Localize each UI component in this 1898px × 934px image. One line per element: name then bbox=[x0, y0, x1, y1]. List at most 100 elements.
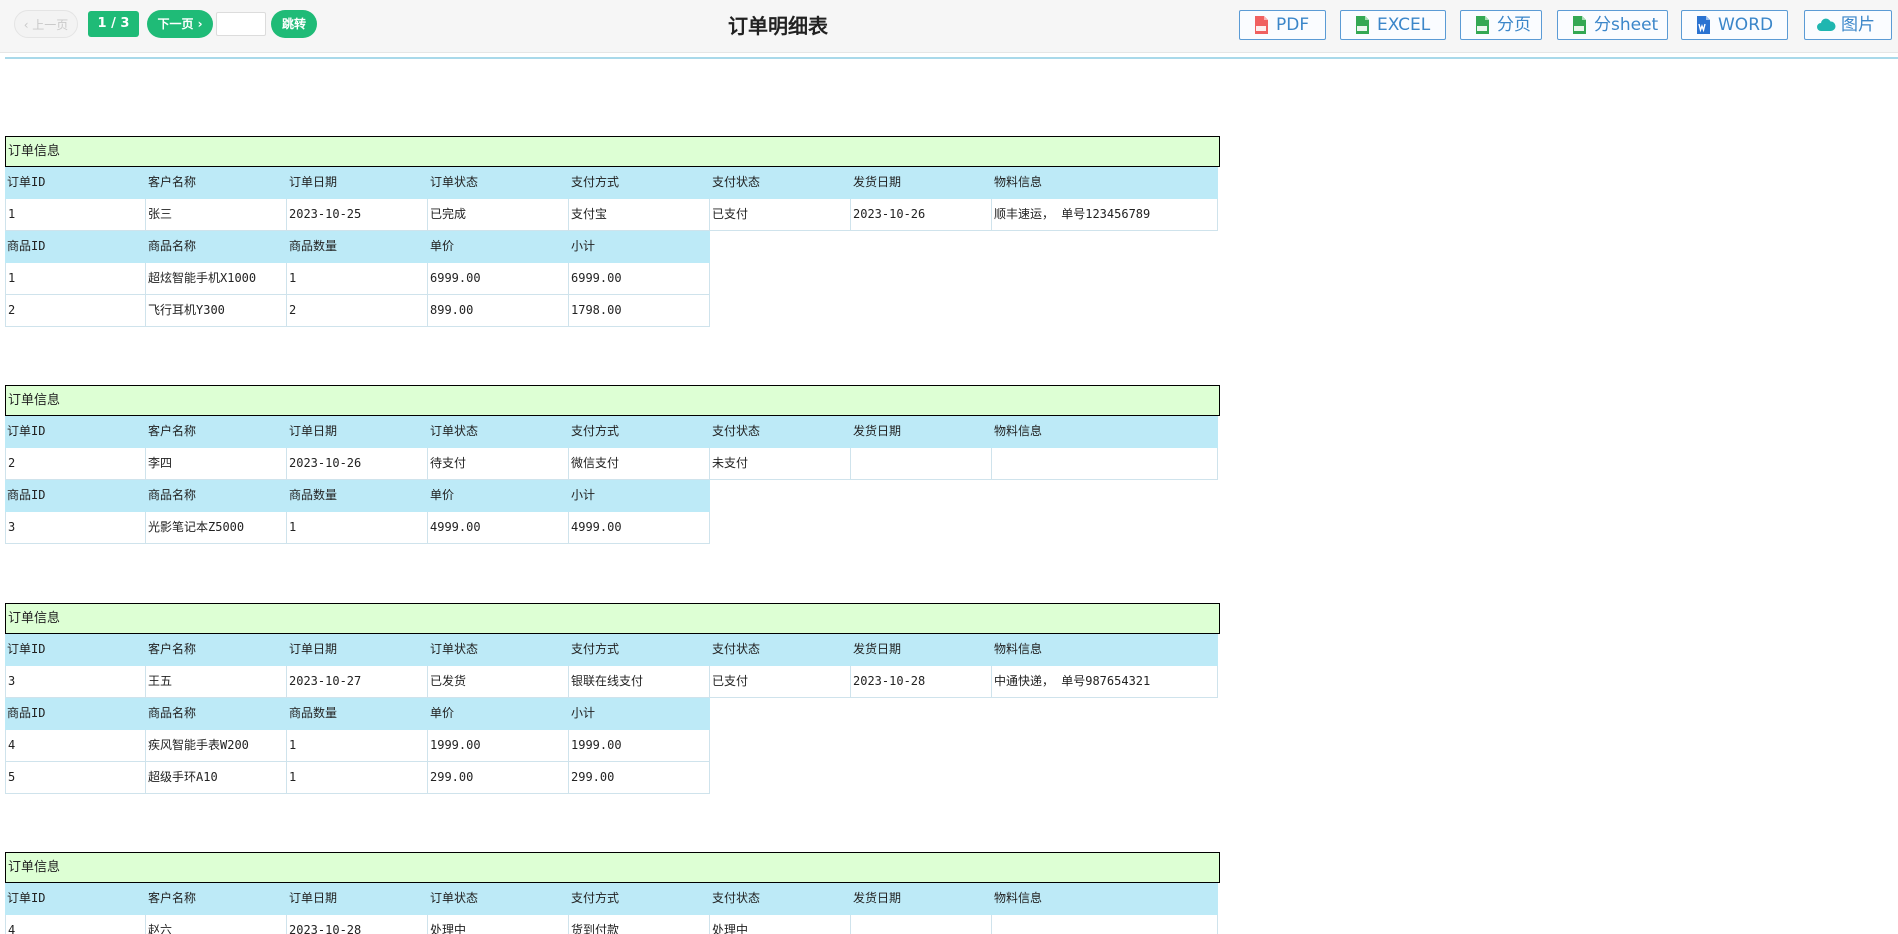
col-header: 订单日期 bbox=[287, 167, 428, 199]
cloud-image-icon bbox=[1817, 18, 1836, 31]
table-cell: 货到付款 bbox=[569, 915, 710, 934]
table-cell: 超炫智能手机X1000 bbox=[146, 263, 287, 295]
order-row: 1 张三 2023-10-25 已完成 支付宝 已支付 2023-10-26 顺… bbox=[5, 199, 1220, 231]
item-row: 2 飞行耳机Y300 2 899.00 1798.00 bbox=[5, 295, 1220, 327]
col-header: 支付方式 bbox=[569, 167, 710, 199]
xls-sheet-file-icon bbox=[1573, 16, 1586, 34]
col-header: 发货日期 bbox=[851, 634, 992, 666]
table-cell: 1 bbox=[5, 199, 146, 231]
export-word-label: WORD bbox=[1718, 15, 1774, 35]
toolbar-divider bbox=[5, 57, 1898, 59]
col-header: 订单状态 bbox=[428, 167, 569, 199]
order-block: 订单信息 订单ID 客户名称 订单日期 订单状态 支付方式 支付状态 发货日期 … bbox=[5, 385, 1220, 544]
item-header-row: 商品ID 商品名称 商品数量 单价 小计 bbox=[5, 698, 1220, 730]
order-header-row: 订单ID 客户名称 订单日期 订单状态 支付方式 支付状态 发货日期 物料信息 bbox=[5, 883, 1220, 915]
table-cell: 已发货 bbox=[428, 666, 569, 698]
export-image-button[interactable]: 图片 bbox=[1804, 10, 1892, 40]
order-header-row: 订单ID 客户名称 订单日期 订单状态 支付方式 支付状态 发货日期 物料信息 bbox=[5, 416, 1220, 448]
col-header: 物料信息 bbox=[992, 634, 1218, 666]
export-excel-button[interactable]: EXCEL bbox=[1340, 10, 1446, 40]
order-header-row: 订单ID 客户名称 订单日期 订单状态 支付方式 支付状态 发货日期 物料信息 bbox=[5, 167, 1220, 199]
table-cell: 1 bbox=[287, 263, 428, 295]
table-cell: 超级手环A10 bbox=[146, 762, 287, 794]
table-cell: 顺丰速运， 单号123456789 bbox=[992, 199, 1218, 231]
col-header: 订单日期 bbox=[287, 416, 428, 448]
table-cell: 299.00 bbox=[428, 762, 569, 794]
col-header: 小计 bbox=[569, 698, 710, 730]
col-header: 发货日期 bbox=[851, 883, 992, 915]
table-cell: 光影笔记本Z5000 bbox=[146, 512, 287, 544]
col-header: 商品名称 bbox=[146, 698, 287, 730]
col-header: 订单日期 bbox=[287, 883, 428, 915]
prev-page-button[interactable]: ‹ 上一页 bbox=[14, 10, 78, 38]
order-header-row: 订单ID 客户名称 订单日期 订单状态 支付方式 支付状态 发货日期 物料信息 bbox=[5, 634, 1220, 666]
col-header: 商品数量 bbox=[287, 698, 428, 730]
col-header: 商品ID bbox=[5, 480, 146, 512]
section-header: 订单信息 bbox=[5, 603, 1220, 634]
table-cell: 2023-10-28 bbox=[851, 666, 992, 698]
item-header-row: 商品ID 商品名称 商品数量 单价 小计 bbox=[5, 231, 1220, 263]
xls-paged-file-icon bbox=[1476, 16, 1489, 34]
table-cell: 飞行耳机Y300 bbox=[146, 295, 287, 327]
col-header: 商品名称 bbox=[146, 480, 287, 512]
table-cell: 待支付 bbox=[428, 448, 569, 480]
table-cell: 已支付 bbox=[710, 199, 851, 231]
export-paged-button[interactable]: 分页 bbox=[1460, 10, 1542, 40]
col-header: 客户名称 bbox=[146, 416, 287, 448]
col-header: 发货日期 bbox=[851, 416, 992, 448]
order-row: 3 王五 2023-10-27 已发货 银联在线支付 已支付 2023-10-2… bbox=[5, 666, 1220, 698]
col-header: 单价 bbox=[428, 231, 569, 263]
order-block: 订单信息 订单ID 客户名称 订单日期 订单状态 支付方式 支付状态 发货日期 … bbox=[5, 603, 1220, 794]
table-cell: 王五 bbox=[146, 666, 287, 698]
table-cell: 2023-10-26 bbox=[851, 199, 992, 231]
section-header: 订单信息 bbox=[5, 852, 1220, 883]
jump-button[interactable]: 跳转 bbox=[271, 10, 317, 38]
col-header: 小计 bbox=[569, 480, 710, 512]
col-header: 单价 bbox=[428, 698, 569, 730]
col-header: 商品ID bbox=[5, 231, 146, 263]
col-header: 客户名称 bbox=[146, 883, 287, 915]
table-cell: 2 bbox=[5, 295, 146, 327]
table-cell: 3 bbox=[5, 512, 146, 544]
next-page-button[interactable]: 下一页 › bbox=[147, 10, 213, 38]
order-row: 4 赵六 2023-10-28 处理中 货到付款 处理中 bbox=[5, 915, 1220, 934]
word-file-icon bbox=[1697, 16, 1710, 34]
table-cell: 4 bbox=[5, 730, 146, 762]
page-title: 订单明细表 bbox=[728, 14, 828, 38]
col-header: 发货日期 bbox=[851, 167, 992, 199]
item-row: 1 超炫智能手机X1000 1 6999.00 6999.00 bbox=[5, 263, 1220, 295]
table-cell: 4999.00 bbox=[428, 512, 569, 544]
col-header: 支付状态 bbox=[710, 883, 851, 915]
jump-page-input[interactable] bbox=[216, 12, 266, 36]
order-block: 订单信息 订单ID 客户名称 订单日期 订单状态 支付方式 支付状态 发货日期 … bbox=[5, 136, 1220, 327]
table-cell: 已支付 bbox=[710, 666, 851, 698]
export-pdf-button[interactable]: PDF bbox=[1239, 10, 1326, 40]
export-word-button[interactable]: WORD bbox=[1681, 10, 1788, 40]
table-cell: 支付宝 bbox=[569, 199, 710, 231]
table-cell: 未支付 bbox=[710, 448, 851, 480]
table-cell: 1798.00 bbox=[569, 295, 710, 327]
item-row: 3 光影笔记本Z5000 1 4999.00 4999.00 bbox=[5, 512, 1220, 544]
table-cell: 微信支付 bbox=[569, 448, 710, 480]
table-cell bbox=[851, 915, 992, 934]
table-cell: 2023-10-25 bbox=[287, 199, 428, 231]
table-cell: 2023-10-26 bbox=[287, 448, 428, 480]
table-cell: 疾风智能手表W200 bbox=[146, 730, 287, 762]
col-header: 商品名称 bbox=[146, 231, 287, 263]
export-sheet-label: 分sheet bbox=[1594, 15, 1659, 35]
export-paged-label: 分页 bbox=[1497, 15, 1531, 35]
export-sheet-button[interactable]: 分sheet bbox=[1557, 10, 1668, 40]
table-cell bbox=[851, 448, 992, 480]
table-cell: 1999.00 bbox=[428, 730, 569, 762]
col-header: 物料信息 bbox=[992, 883, 1218, 915]
page-indicator: 1 / 3 bbox=[88, 11, 139, 37]
col-header: 商品数量 bbox=[287, 480, 428, 512]
table-cell: 张三 bbox=[146, 199, 287, 231]
col-header: 支付方式 bbox=[569, 883, 710, 915]
table-cell: 4 bbox=[5, 915, 146, 934]
pdf-file-icon bbox=[1255, 16, 1268, 34]
export-image-label: 图片 bbox=[1841, 15, 1875, 35]
report-toolbar: ‹ 上一页 1 / 3 下一页 › 跳转 订单明细表 PDF EXCEL 分页 … bbox=[0, 0, 1898, 53]
col-header: 支付状态 bbox=[710, 416, 851, 448]
export-pdf-label: PDF bbox=[1276, 15, 1310, 35]
